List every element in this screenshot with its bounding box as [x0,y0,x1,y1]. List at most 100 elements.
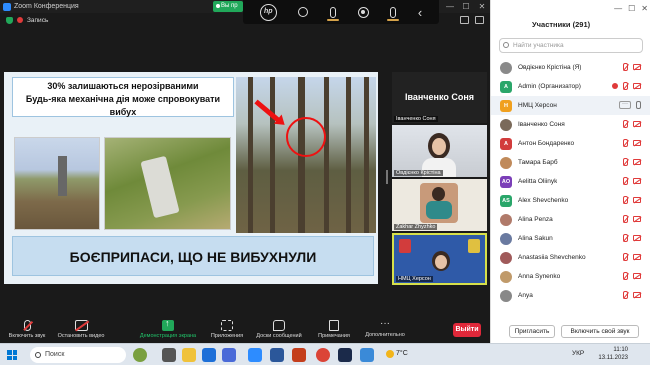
more-options-icon[interactable]: ··· [619,101,631,109]
search-icon [35,352,41,358]
participant-status-icons [623,139,641,147]
teams-icon[interactable] [222,348,236,362]
participant-row[interactable]: Anna Synenko [491,267,650,286]
clock[interactable]: 11:10 13.11.2023 [598,346,628,362]
participant-row[interactable]: Alina Sakun [491,229,650,248]
microphone-muted-icon [623,120,628,128]
shield-icon[interactable] [6,16,13,24]
chrome-icon[interactable] [316,348,330,362]
notes-button[interactable]: Примечания [314,320,354,339]
more-dots-icon: ··· [380,318,390,329]
zoom-taskbar-icon[interactable] [248,348,262,362]
participant-row[interactable]: AS Alex Shevchenko [491,191,650,210]
video-tile[interactable]: Іванченко Соня [392,113,487,123]
task-view-icon[interactable] [162,348,176,362]
participant-row[interactable]: Іванченко Соня [491,115,650,134]
camera-off-icon [633,235,641,241]
camera-off-icon [633,64,641,70]
participant-status-icons [623,177,641,185]
sharing-indicator[interactable]: Вы пр [213,1,243,12]
unmute-button[interactable]: Включить звук [4,320,50,339]
whiteboards-button[interactable]: Доски сообщений [253,320,305,339]
app-icon[interactable] [360,348,374,362]
microphone-muted-icon [623,139,628,147]
participant-status-icons [623,291,641,299]
unmute-label: Включить звук [8,333,46,339]
microphone-focus-icon[interactable] [387,6,400,21]
camera-off-icon [633,197,641,203]
participant-search-input[interactable]: Найти участника [499,38,643,53]
participant-row[interactable]: Alina Penza [491,210,650,229]
slide-text-box: 30% залишаються нерозірваними Будь-яка м… [12,77,234,117]
video-tile[interactable]: Овдієнко Крістіна [392,125,487,177]
microphone-muted-icon [623,82,628,90]
video-tile[interactable]: НМЦ Херсон [392,233,487,285]
video-tile[interactable]: Zakhar Zhyzhko [392,179,487,231]
recording-label[interactable]: Запись [27,17,48,24]
camera-off-icon [633,292,641,298]
fullscreen-icon[interactable] [475,16,484,24]
apps-label: Приложения [210,333,244,339]
participant-row[interactable]: AO Aelitta Oliinyk [491,172,650,191]
edge-icon[interactable] [202,348,216,362]
leave-button[interactable]: Выйти [453,323,481,337]
app-icon[interactable] [338,348,352,362]
file-explorer-icon[interactable] [182,348,196,362]
more-button[interactable]: ··· Дополнительно [360,318,410,339]
tile-label: НМЦ Херсон [396,276,433,282]
maximize-button[interactable]: ☐ [458,0,474,13]
ring-icon[interactable] [298,7,309,17]
chevron-left-icon[interactable]: ‹ [418,5,422,20]
record-dot-icon [17,17,23,23]
popout-icon[interactable]: ☐ [628,4,635,13]
hp-logo-icon[interactable]: hp [259,3,277,21]
photo-ordnance-in-grass [104,137,231,230]
avatar: AO [500,175,512,188]
participant-row[interactable]: A Антон Бондаренко [491,134,650,153]
microphone-muted-icon [23,320,31,331]
red-circle-marker [286,117,326,157]
clock-date: 13.11.2023 [598,355,628,361]
participant-row[interactable]: Тамара Барб [491,153,650,172]
close-button[interactable]: ✕ [474,0,490,13]
windows-start-icon[interactable] [7,350,17,360]
participant-status-icons [623,272,641,280]
share-screen-button[interactable]: Демонстрация экрана [136,318,200,339]
gallery-view-icon[interactable] [460,16,469,24]
tile-label: Zakhar Zhyzhko [394,224,438,230]
weather-temp[interactable]: 7°C [396,350,408,357]
participant-row[interactable]: A Admin (Организатор) [491,77,650,96]
powerpoint-icon[interactable] [292,348,306,362]
participant-name: Alina Sakun [518,235,553,242]
minimize-button[interactable]: — [442,0,458,13]
microphone-muted-icon [623,63,628,71]
slide-line-1: 30% залишаються нерозірваними [47,81,199,91]
stop-video-button[interactable]: Остановить видео [55,320,107,339]
participant-row[interactable]: Anastasiia Shevchenko [491,248,650,267]
avatar [500,61,512,74]
widget-icon[interactable] [133,348,147,362]
word-icon[interactable] [270,348,284,362]
screen: Zoom Конференция — ☐ ✕ Вы пр Запись hp ‹ [0,0,650,365]
windows-taskbar: Поиск 7°C УКР 11:10 13.11.2023 [0,343,650,365]
camera-off-icon [633,216,641,222]
participant-name: Тамара Барб [518,159,558,166]
close-icon[interactable]: ✕ [641,4,648,13]
apps-button[interactable]: Приложения [207,320,247,339]
weather-icon[interactable] [386,350,394,358]
minimize-icon[interactable]: — [614,4,622,13]
participant-row[interactable]: Н НМЦ Херсон ··· [491,96,650,115]
participant-status-icons [623,63,641,71]
unmute-self-button[interactable]: Включить свой звук [561,325,639,338]
slide-line-2: Будь-яка механічна дія може спровокувати… [25,94,221,117]
participant-row[interactable]: Овдієнко Крістіна (Я) [491,58,650,77]
participant-row[interactable]: Anya [491,286,650,305]
language-indicator[interactable]: УКР [572,350,584,357]
invite-button[interactable]: Пригласить [509,325,555,338]
taskbar-search-input[interactable]: Поиск [30,347,126,363]
record-icon[interactable] [357,6,369,18]
share-screen-icon [162,318,174,331]
microphone-icon[interactable] [327,6,340,21]
search-icon [503,42,509,48]
gallery-divider-handle[interactable] [386,170,388,184]
